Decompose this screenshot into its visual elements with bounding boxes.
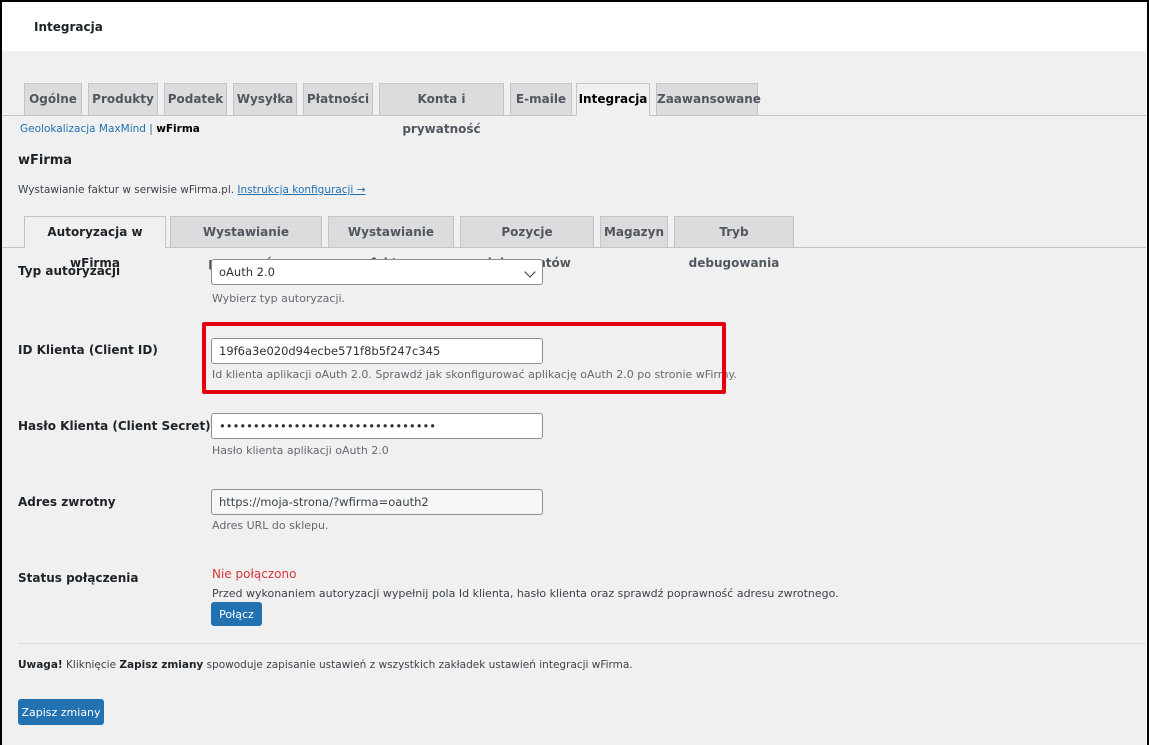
subnav-wfirma[interactable]: wFirma (156, 123, 200, 135)
tab-ogolne[interactable]: Ogólne (24, 83, 82, 115)
status-badge: Nie połączono (212, 567, 297, 581)
subtab-autoryzacja[interactable]: Autoryzacja w wFirma (24, 216, 166, 270)
save-notice: Uwaga! Kliknięcie Zapisz zmiany spowoduj… (18, 659, 633, 671)
auth-type-help: Wybierz typ autoryzacji. (212, 292, 346, 305)
right-edge (1146, 51, 1147, 745)
section-title: wFirma (18, 153, 73, 168)
notice-text1: Kliknięcie (62, 659, 120, 671)
status-description: Przed wykonaniem autoryzacji wypełnij po… (212, 587, 839, 600)
notice-strong2: Zapisz zmiany (119, 659, 204, 671)
auth-type-select[interactable]: oAuth 2.0 (211, 259, 543, 285)
tab-podatek[interactable]: Podatek (164, 83, 227, 115)
tab-e-maile[interactable]: E-maile (510, 83, 572, 115)
return-url-label: Adres zwrotny (18, 495, 116, 509)
integration-subnav: Geolokalizacja MaxMind | wFirma (20, 123, 200, 135)
subtab-magazyn[interactable]: Magazyn (600, 216, 668, 247)
page-title: Integracja (34, 20, 103, 34)
top-header: Integracja (2, 2, 1147, 51)
notice-text2: spowoduje zapisanie ustawień z wszystkic… (203, 659, 633, 671)
auth-type-label: Typ autoryzacji (18, 264, 121, 278)
notice-strong: Uwaga! (18, 659, 63, 671)
client-secret-input[interactable] (211, 413, 543, 439)
subtab-pozycje[interactable]: Pozycje dokumentów (460, 216, 594, 270)
config-instructions-link[interactable]: Instrukcja konfiguracji → (237, 184, 365, 196)
tab-platnosci[interactable]: Płatności (303, 83, 373, 115)
client-secret-label: Hasło Klienta (Client Secret) (18, 419, 211, 433)
main-tabs: Ogólne Produkty Podatek Wysyłka Płatnośc… (2, 83, 1147, 136)
tab-wysylka[interactable]: Wysyłka (233, 83, 297, 115)
return-url-help: Adres URL do sklepu. (212, 519, 329, 532)
section-description-text: Wystawianie faktur w serwisie wFirma.pl. (18, 184, 235, 196)
tab-integracja[interactable]: Integracja (576, 83, 650, 116)
subnav-separator: | (149, 123, 153, 135)
subtab-faktury[interactable]: Wystawianie faktur (328, 216, 454, 270)
connect-button[interactable]: Połącz (211, 602, 262, 626)
settings-page: Integracja Ogólne Produkty Podatek Wysył… (2, 2, 1147, 745)
auth-type-value: oAuth 2.0 (219, 265, 275, 279)
divider (18, 643, 1147, 644)
client-secret-help: Hasło klienta aplikacji oAuth 2.0 (212, 444, 389, 457)
subnav-maxmind[interactable]: Geolokalizacja MaxMind (20, 123, 146, 135)
client-id-label: ID Klienta (Client ID) (18, 343, 158, 357)
status-label: Status połączenia (18, 571, 139, 585)
section-description: Wystawianie faktur w serwisie wFirma.pl.… (18, 184, 366, 196)
tab-produkty[interactable]: Produkty (88, 83, 158, 115)
subtab-paragony[interactable]: Wystawianie paragonów (170, 216, 322, 270)
tab-konta-prywatnosc[interactable]: Konta i prywatność (379, 83, 504, 136)
sub-tabs: Autoryzacja w wFirma Wystawianie paragon… (2, 216, 1147, 270)
save-changes-button[interactable]: Zapisz zmiany (18, 699, 104, 725)
highlight-box (202, 322, 726, 394)
subtab-debug[interactable]: Tryb debugowania (674, 216, 794, 270)
chevron-down-icon (524, 266, 536, 278)
tab-zaawansowane[interactable]: Zaawansowane (656, 83, 761, 115)
return-url-input[interactable] (211, 489, 543, 515)
